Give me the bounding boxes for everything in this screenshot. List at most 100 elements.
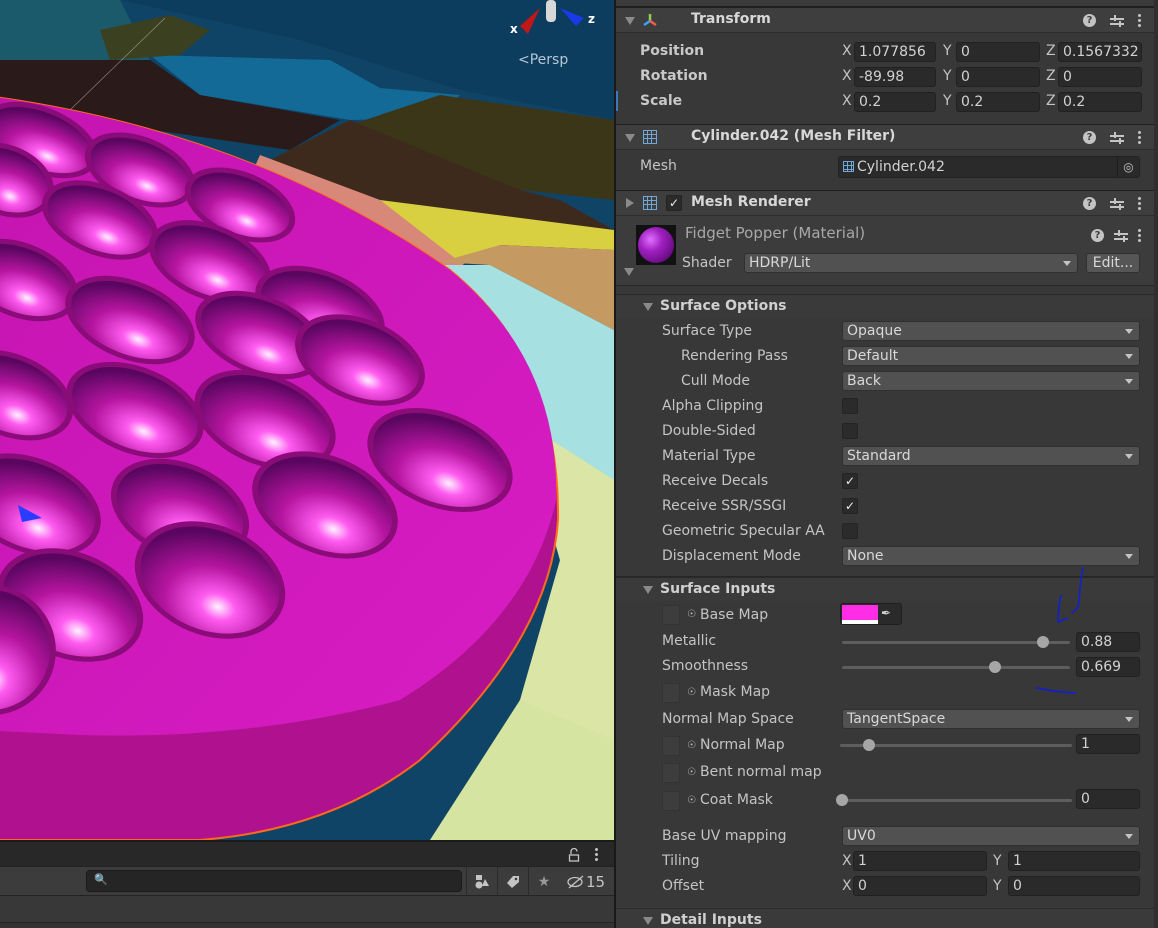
offset-x-field[interactable]: 0 [853,876,987,896]
displacement-mode-dropdown[interactable]: None [842,546,1140,566]
favorites-button[interactable]: ★ [528,867,559,896]
edit-shader-button[interactable]: Edit... [1086,253,1140,273]
base-map-label: Base Map [700,607,769,623]
presets-icon[interactable] [1114,229,1128,242]
geometric-specular-aa-label: Geometric Specular AA [662,523,825,539]
base-map-texture-slot[interactable] [662,605,680,625]
base-color-field[interactable]: ✒ [840,603,902,625]
transform-header[interactable]: Transform ? [616,7,1158,33]
mask-map-texture-slot[interactable] [662,683,680,703]
scene-view[interactable]: x z <Persp [0,0,614,840]
presets-icon[interactable] [1110,131,1124,144]
component-menu-icon[interactable] [1138,195,1142,212]
presets-icon[interactable] [1110,197,1124,210]
texture-picker-icon[interactable]: ☉ [687,795,696,806]
transform-z-field[interactable]: 0 [1058,67,1142,87]
label-filter-button[interactable] [497,867,528,896]
bent-normal-map-texture-slot[interactable] [662,763,680,783]
transform-y-field[interactable]: 0 [956,42,1040,62]
help-icon[interactable]: ? [1091,229,1104,242]
slider-thumb[interactable] [836,794,848,806]
inspector-scrollbar[interactable] [1154,0,1158,928]
tiling-y-field[interactable]: 1 [1008,851,1140,871]
transform-y-field[interactable]: 0.2 [956,92,1040,112]
collapse-icon[interactable] [625,134,635,142]
component-menu-icon[interactable] [1138,12,1142,29]
normal-map-scale-field[interactable]: 1 [1076,734,1140,754]
coat-mask-value-field[interactable]: 0 [1076,789,1140,809]
slider-thumb[interactable] [988,661,1001,673]
transform-z-field[interactable]: 0.1567332 [1058,42,1142,62]
object-picker-icon[interactable]: ◎ [1117,157,1139,177]
component-menu-icon[interactable] [1138,129,1142,146]
transform-x-field[interactable]: -89.98 [854,67,936,87]
receive-decals-checkbox[interactable]: ✓ [842,473,858,489]
texture-picker-icon[interactable]: ☉ [687,687,696,698]
transform-y-field[interactable]: 0 [956,67,1040,87]
component-title: Mesh Renderer [691,194,811,210]
texture-picker-icon[interactable]: ☉ [687,740,696,751]
slider-track[interactable] [842,799,1072,802]
receive-ssr-checkbox[interactable]: ✓ [842,498,858,514]
projection-toggle[interactable]: <Persp [518,52,568,68]
scene-visibility-button[interactable] [466,867,497,896]
help-icon[interactable]: ? [1083,131,1096,144]
mesh-renderer-header[interactable]: ✓ Mesh Renderer ? [616,190,1158,216]
geometric-specular-aa-checkbox[interactable] [842,523,858,539]
double-sided-checkbox[interactable] [842,423,858,439]
normal-map-texture-slot[interactable] [662,736,680,756]
receive-ssr-label: Receive SSR/SSGI [662,498,787,514]
transform-x-field[interactable]: 0.2 [854,92,936,112]
texture-picker-icon[interactable]: ☉ [687,767,696,778]
chevron-down-icon [1063,261,1071,266]
eyedropper-icon[interactable]: ✒ [881,606,891,620]
collapse-icon[interactable] [643,303,653,311]
transform-x-field[interactable]: 1.077856 [854,42,936,62]
tiling-x-field[interactable]: 1 [853,851,987,871]
collapse-icon[interactable] [625,17,635,25]
offset-y-field[interactable]: 0 [1008,876,1140,896]
material-collapse-icon[interactable] [624,268,634,276]
surface-options-header[interactable]: Surface Options [616,294,1158,318]
more-options-icon[interactable] [595,846,599,863]
selection-indicator [616,91,618,111]
normal-map-space-dropdown[interactable]: TangentSpace [842,709,1140,729]
expand-icon[interactable] [626,198,634,208]
help-icon[interactable]: ? [1083,14,1096,27]
axis-y-label: Y [943,68,952,84]
coat-mask-texture-slot[interactable] [662,791,680,811]
slider-thumb[interactable] [863,739,875,751]
surface-type-dropdown[interactable]: Opaque [842,321,1140,341]
component-title: Cylinder.042 (Mesh Filter) [691,128,896,144]
hierarchy-list[interactable] [0,896,614,922]
mesh-field[interactable]: Cylinder.042 ◎ [838,156,1140,178]
shader-dropdown[interactable]: HDRP/Lit [744,253,1078,273]
surface-type-label: Surface Type [662,323,752,339]
hidden-objects-button[interactable]: 15 [566,867,605,896]
metallic-label: Metallic [662,633,717,649]
base-color-swatch[interactable] [842,605,878,620]
collapse-icon[interactable] [643,917,653,925]
collapse-icon[interactable] [643,586,653,594]
normal-map-label: Normal Map [700,737,785,753]
base-uv-mapping-dropdown[interactable]: UV0 [842,826,1140,846]
rendering-pass-dropdown[interactable]: Default [842,346,1140,366]
help-icon[interactable]: ? [1083,197,1096,210]
transform-z-field[interactable]: 0.2 [1058,92,1142,112]
mesh-renderer-enabled-checkbox[interactable]: ✓ [666,195,682,211]
texture-picker-icon[interactable]: ☉ [687,609,696,620]
cull-mode-dropdown[interactable]: Back [842,371,1140,391]
alpha-clipping-checkbox[interactable] [842,398,858,414]
material-menu-icon[interactable] [1138,227,1142,244]
double-sided-label: Double-Sided [662,423,756,439]
material-type-dropdown[interactable]: Standard [842,446,1140,466]
lock-icon[interactable] [568,847,580,862]
material-preview[interactable] [636,225,676,265]
shader-label: Shader [682,255,732,271]
presets-icon[interactable] [1110,14,1124,27]
panel-header [0,840,614,866]
base-uv-mapping-label: Base UV mapping [662,828,787,844]
mesh-filter-header[interactable]: Cylinder.042 (Mesh Filter) ? [616,124,1158,150]
search-input[interactable]: 🔍 [86,870,462,892]
detail-inputs-header[interactable]: Detail Inputs [616,908,1158,928]
